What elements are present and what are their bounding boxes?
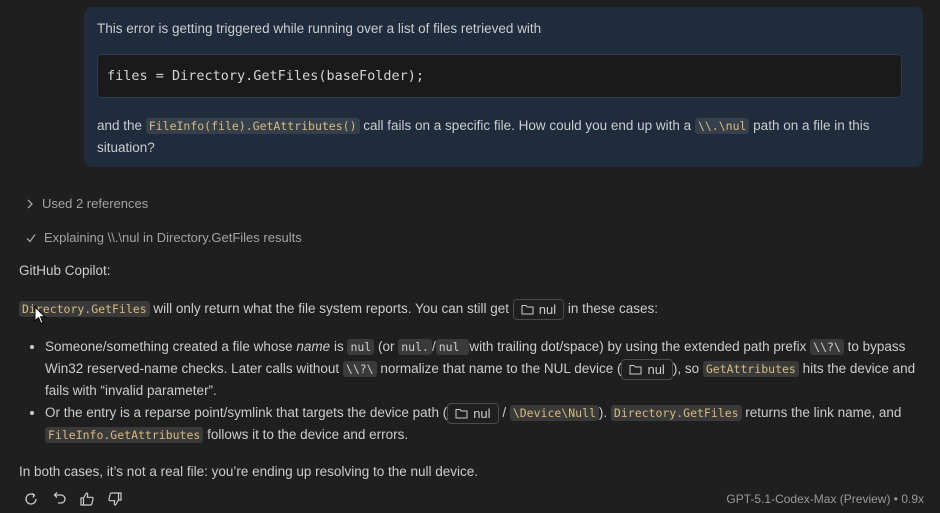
- thumbs-up-button[interactable]: [78, 490, 96, 508]
- file-reference-chip[interactable]: nul: [621, 358, 673, 380]
- inline-code: \Device\Null: [509, 405, 599, 421]
- assistant-response: Directory.GetFiles will only return what…: [19, 298, 924, 446]
- folder-icon: [455, 408, 468, 419]
- answer-conclusion: In both cases, it’s not a real file: you…: [19, 464, 479, 479]
- file-reference-chip[interactable]: nul: [447, 402, 499, 424]
- thumbs-up-icon: [80, 492, 94, 506]
- explaining-label: Explaining \\.\nul in Directory.GetFiles…: [44, 230, 302, 245]
- inline-code: \\?\: [810, 339, 844, 355]
- answer-intro: Directory.GetFiles will only return what…: [19, 298, 924, 320]
- list-item: Or the entry is a reparse point/symlink …: [45, 402, 924, 446]
- retry-icon: [25, 492, 37, 505]
- user-message: This error is getting triggered while ru…: [84, 7, 923, 167]
- chat-panel: This error is getting triggered while ru…: [0, 0, 940, 513]
- inline-code: FileInfo(file).GetAttributes(): [145, 118, 360, 134]
- inline-code: \\?\: [342, 361, 377, 377]
- references-toggle[interactable]: Used 2 references: [26, 196, 148, 211]
- thumbs-down-button[interactable]: [106, 490, 124, 508]
- inline-code: nul: [347, 339, 375, 355]
- undo-icon: [53, 492, 66, 504]
- folder-icon: [629, 364, 642, 375]
- folder-icon: [521, 304, 534, 315]
- inline-code: nul: [435, 339, 470, 355]
- model-indicator[interactable]: GPT-5.1-Codex-Max (Preview) • 0.9x: [726, 492, 924, 506]
- code-block[interactable]: files = Directory.GetFiles(baseFolder);: [97, 54, 902, 98]
- inline-code[interactable]: GetAttributes: [702, 361, 799, 377]
- user-message-intro: This error is getting triggered while ru…: [97, 21, 542, 36]
- undo-button[interactable]: [50, 490, 68, 508]
- references-label: Used 2 references: [42, 196, 149, 211]
- answer-list: Someone/something created a file whose n…: [19, 336, 924, 446]
- code-line: files = Directory.GetFiles(baseFolder);: [107, 68, 424, 84]
- inline-code: nul.: [398, 339, 432, 355]
- response-actions: [22, 490, 124, 508]
- inline-code[interactable]: Directory.GetFiles: [610, 405, 742, 421]
- thumbs-down-icon: [108, 492, 122, 506]
- assistant-label: GitHub Copilot:: [19, 263, 111, 278]
- inline-code[interactable]: FileInfo.GetAttributes: [45, 427, 204, 443]
- explaining-status[interactable]: Explaining \\.\nul in Directory.GetFiles…: [26, 230, 302, 245]
- file-reference-chip[interactable]: nul: [512, 298, 565, 320]
- list-item: Someone/something created a file whose n…: [45, 336, 924, 402]
- mouse-cursor-icon: [34, 306, 46, 325]
- chevron-right-icon: [27, 199, 33, 208]
- user-message-question: and the FileInfo(file).GetAttributes() c…: [97, 118, 870, 155]
- inline-code: \\.\nul: [694, 118, 750, 134]
- retry-button[interactable]: [22, 490, 40, 508]
- check-icon: [26, 233, 36, 243]
